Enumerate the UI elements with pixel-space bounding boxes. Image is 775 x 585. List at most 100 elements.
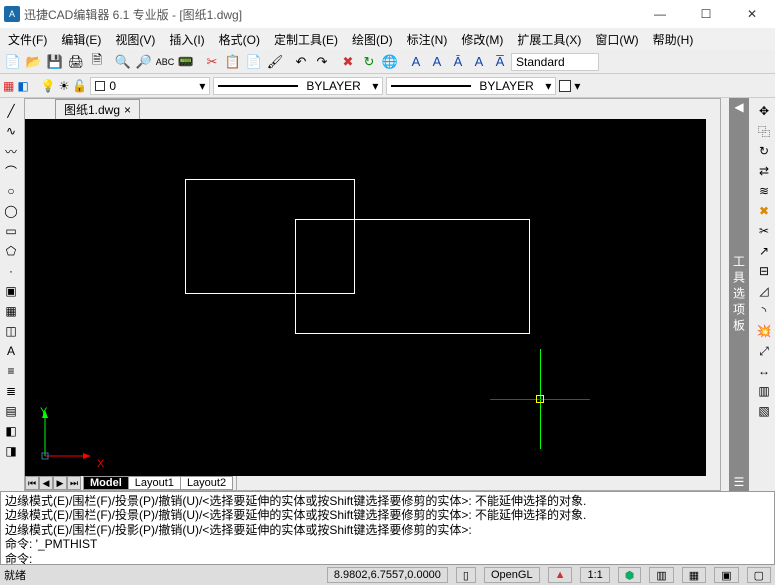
tab-nav-last[interactable]: ⏭	[67, 476, 81, 490]
text-a2-icon[interactable]: A	[427, 52, 447, 72]
menu-dim[interactable]: 标注(N)	[401, 29, 454, 50]
spline-icon[interactable]: 〰	[2, 142, 20, 160]
layer-bulb-icon[interactable]: 💡	[41, 79, 56, 93]
preview-icon[interactable]: 🗎	[87, 52, 107, 72]
file-tab-close-icon[interactable]: ×	[124, 103, 131, 117]
mod-b-icon[interactable]: ▧	[755, 402, 773, 420]
color-swatch[interactable]	[559, 80, 571, 92]
layout-tab-1[interactable]: Layout1	[128, 476, 181, 490]
scale-icon[interactable]: ⤢	[755, 342, 773, 360]
line-icon[interactable]: ╱	[2, 102, 20, 120]
textstyle-dropdown[interactable]: Standard	[511, 53, 599, 71]
canvas-scrollbar-v[interactable]	[706, 119, 720, 476]
trim-icon[interactable]: ✂	[755, 222, 773, 240]
menu-format[interactable]: 格式(O)	[213, 29, 266, 50]
tab-nav-first[interactable]: ⏮	[25, 476, 39, 490]
status-paper-icon[interactable]: ▢	[747, 567, 771, 583]
paste-icon[interactable]: 📄	[244, 52, 264, 72]
cut-icon[interactable]: ✂	[202, 52, 222, 72]
arc-icon[interactable]: ⌒	[2, 162, 20, 180]
more-1-icon[interactable]: ≣	[2, 382, 20, 400]
circle-icon[interactable]: ○	[2, 182, 20, 200]
open-icon[interactable]: 📂	[24, 52, 44, 72]
minimize-button[interactable]: —	[637, 0, 683, 28]
tab-nav-next[interactable]: ▶	[53, 476, 67, 490]
print-icon[interactable]: 🖨	[66, 52, 86, 72]
spell-icon[interactable]: ABC	[155, 52, 175, 72]
status-pick-icon[interactable]: ▯	[456, 567, 476, 583]
world-icon[interactable]: 🌐	[380, 52, 400, 72]
command-window[interactable]: 边缘模式(E)/围栏(F)/投景(P)/撤销(U)/<选择要延伸的实体或按Shi…	[0, 491, 775, 565]
text-a3-icon[interactable]: Ā	[448, 52, 468, 72]
explode-icon[interactable]: 💥	[755, 322, 773, 340]
extend-icon[interactable]: ↗	[755, 242, 773, 260]
menu-draw[interactable]: 绘图(D)	[346, 29, 399, 50]
menu-help[interactable]: 帮助(H)	[647, 29, 700, 50]
prop-icon-2[interactable]: ◧	[17, 79, 28, 93]
calc-icon[interactable]: 📟	[176, 52, 196, 72]
match-icon[interactable]: 🖌	[265, 52, 285, 72]
find-icon[interactable]: 🔎	[134, 52, 154, 72]
delete-icon[interactable]: ✖	[338, 52, 358, 72]
lineweight-dropdown[interactable]: BYLAYER ▾	[386, 77, 556, 95]
polyline-icon[interactable]: ∿	[2, 122, 20, 140]
status-grid-icon[interactable]: ▦	[682, 567, 706, 583]
break-icon[interactable]: ⊟	[755, 262, 773, 280]
fillet-icon[interactable]: ◝	[755, 302, 773, 320]
text-a5-icon[interactable]: A̅	[490, 52, 510, 72]
copy-icon[interactable]: 📋	[223, 52, 243, 72]
region-icon[interactable]: ◫	[2, 322, 20, 340]
menu-extend[interactable]: 扩展工具(X)	[511, 29, 587, 50]
status-lwt-icon[interactable]: ▥	[649, 567, 673, 583]
text-icon[interactable]: A	[2, 342, 20, 360]
status-model-icon[interactable]: ▣	[714, 567, 738, 583]
prop-icon-1[interactable]: ▦	[3, 79, 14, 93]
tool-palette-handle[interactable]: 工具选项板	[729, 116, 749, 473]
file-tab[interactable]: 图纸1.dwg ×	[55, 99, 140, 119]
mtext-icon[interactable]: ≡	[2, 362, 20, 380]
menu-modify[interactable]: 修改(M)	[455, 29, 509, 50]
menu-insert[interactable]: 插入(I)	[163, 29, 210, 50]
text-a1-icon[interactable]: A	[406, 52, 426, 72]
stretch-icon[interactable]: ↔	[755, 362, 773, 380]
close-button[interactable]: ✕	[729, 0, 775, 28]
layout-tab-2[interactable]: Layout2	[180, 476, 233, 490]
layer-sun-icon[interactable]: ☀	[59, 79, 70, 93]
copy-mod-icon[interactable]: ⿻	[755, 122, 773, 140]
palette-props-icon[interactable]: ☰	[729, 473, 749, 491]
text-a4-icon[interactable]: A	[469, 52, 489, 72]
more-3-icon[interactable]: ◧	[2, 422, 20, 440]
move-icon[interactable]: ✥	[755, 102, 773, 120]
status-iso-icon[interactable]: ⬢	[618, 567, 642, 583]
search-icon[interactable]: 🔍	[113, 52, 133, 72]
mod-a-icon[interactable]: ▥	[755, 382, 773, 400]
menu-window[interactable]: 窗口(W)	[589, 29, 644, 50]
linetype-dropdown[interactable]: BYLAYER ▾	[213, 77, 383, 95]
pan-icon[interactable]: ↻	[359, 52, 379, 72]
hatch-icon[interactable]: ▦	[2, 302, 20, 320]
menu-view[interactable]: 视图(V)	[109, 29, 161, 50]
ellipse-icon[interactable]: ◯	[2, 202, 20, 220]
layout-tab-model[interactable]: Model	[83, 476, 129, 490]
array-icon[interactable]: ✖	[755, 202, 773, 220]
polygon-icon[interactable]: ⬠	[2, 242, 20, 260]
new-icon[interactable]: 📄	[3, 52, 23, 72]
mirror-icon[interactable]: ⇄	[755, 162, 773, 180]
rect-icon[interactable]: ▭	[2, 222, 20, 240]
more-2-icon[interactable]: ▤	[2, 402, 20, 420]
layer-dropdown[interactable]: 0 ▾	[90, 77, 210, 95]
chamfer-icon[interactable]: ◿	[755, 282, 773, 300]
point-icon[interactable]: ·	[2, 262, 20, 280]
save-icon[interactable]: 💾	[45, 52, 65, 72]
redo-icon[interactable]: ↷	[312, 52, 332, 72]
menu-edit[interactable]: 编辑(E)	[55, 29, 107, 50]
layer-lock-icon[interactable]: 🔓	[72, 79, 87, 93]
undo-icon[interactable]: ↶	[291, 52, 311, 72]
palette-expand-icon[interactable]: ◀	[729, 98, 749, 116]
tab-nav-prev[interactable]: ◀	[39, 476, 53, 490]
maximize-button[interactable]: ☐	[683, 0, 729, 28]
status-ratio[interactable]: 1:1	[580, 567, 609, 583]
drawing-canvas[interactable]: Y X	[25, 119, 720, 476]
menu-file[interactable]: 文件(F)	[2, 29, 53, 50]
offset-icon[interactable]: ≋	[755, 182, 773, 200]
